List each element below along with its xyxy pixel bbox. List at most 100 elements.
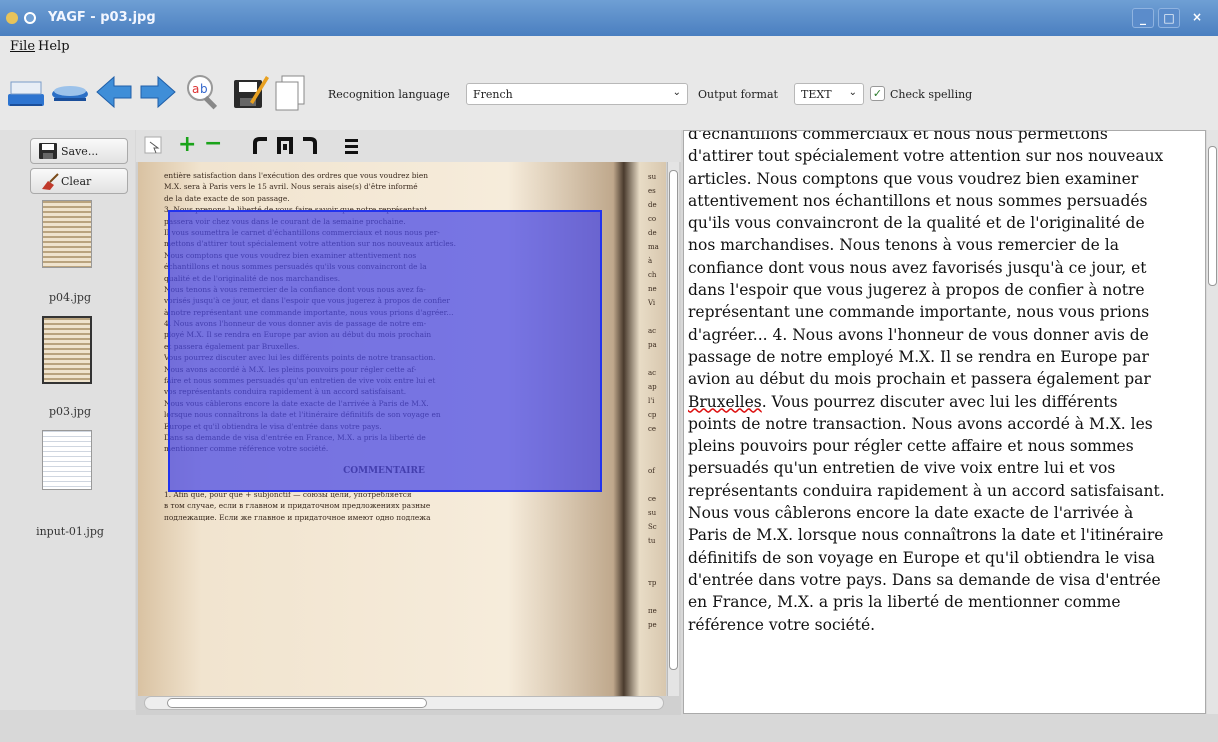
svg-text:a: a — [192, 82, 199, 96]
rotate-180-icon[interactable] — [276, 136, 294, 156]
menu-bar: File Help — [0, 36, 1218, 58]
copy-text-icon[interactable] — [272, 72, 312, 112]
text-line: points de notre transaction. Nous avons … — [688, 414, 1153, 433]
chevron-down-icon: ⌄ — [672, 87, 681, 98]
page-edge-letter: пе — [648, 607, 657, 615]
recognition-language-value: French — [473, 88, 513, 101]
window-menu-icon[interactable] — [24, 12, 36, 24]
page-edge-letter: l'i — [648, 397, 655, 405]
rotate-right-icon[interactable] — [300, 136, 318, 156]
next-page-icon[interactable] — [138, 72, 178, 112]
thumbnail-caption: p03.jpg — [48, 405, 92, 418]
text-line: confiance dont vous nous avez favorisés … — [688, 258, 1147, 277]
page-edge-letter: Sc — [648, 523, 657, 531]
text-line: articles. Nous comptons que vous voudrez… — [688, 169, 1139, 188]
scanned-page[interactable]: entière satisfaction dans l'exécution de… — [138, 162, 666, 696]
page-edge-letter: co — [648, 215, 657, 223]
chevron-down-icon: ⌄ — [848, 87, 857, 98]
check-spelling-checkbox[interactable]: ✓ — [870, 86, 885, 101]
thumbnail-input-01[interactable] — [42, 430, 92, 490]
thumbnail-p04[interactable] — [42, 200, 92, 268]
page-edge-letter: ce — [648, 425, 657, 433]
previous-page-icon[interactable] — [94, 72, 134, 112]
recognition-language-label: Recognition language — [328, 88, 450, 101]
text-line: représentant une commande importante, no… — [688, 303, 1150, 322]
text-line: persuadés qu'un entretien de vive voix e… — [688, 459, 1116, 478]
page-edge-letter: Vi — [648, 299, 656, 307]
text-line: Paris de M.X. lorsque nous connaîtrons l… — [688, 526, 1164, 545]
image-viewer: + − entière satisfaction dans l'exécutio… — [136, 130, 681, 715]
viewer-horizontal-scrollbar[interactable] — [144, 696, 664, 710]
page-line: entière satisfaction dans l'exécution de… — [164, 171, 428, 180]
output-format-value: TEXT — [801, 88, 832, 101]
zoom-out-icon[interactable]: − — [204, 131, 222, 156]
deskew-icon[interactable] — [344, 137, 360, 155]
recognition-language-select[interactable]: French ⌄ — [466, 83, 688, 105]
clear-button[interactable]: Clear — [30, 168, 128, 194]
thumbnail-caption: input-01.jpg — [36, 525, 104, 538]
misspelled-word[interactable]: Bruxelles — [688, 393, 762, 411]
recognize-icon[interactable]: a b — [184, 72, 224, 112]
close-button[interactable]: × — [1186, 8, 1208, 28]
rotate-left-icon[interactable] — [252, 136, 270, 156]
page-edge-letter: su — [648, 173, 657, 181]
acquire-image-icon[interactable] — [50, 72, 90, 112]
recognized-text[interactable]: d'échantillons commerciaux et nous nous … — [688, 130, 1198, 636]
page-edge-letter: de — [648, 229, 657, 237]
page-edge-letter: ap — [648, 383, 657, 391]
page-edge-letter — [648, 562, 664, 576]
scroll-thumb[interactable] — [669, 170, 678, 670]
output-format-select[interactable]: TEXT ⌄ — [794, 83, 864, 105]
page-edge-letter: ac — [648, 327, 657, 335]
page-edge-letter: ma — [648, 243, 659, 251]
text-line: dans l'espoir que vous jugerez à propos … — [688, 281, 1145, 300]
zoom-in-icon[interactable]: + — [178, 132, 196, 157]
recognized-text-editor[interactable]: d'échantillons commerciaux et nous nous … — [683, 130, 1206, 714]
text-line: qu'ils vous convaincront de la qualité e… — [688, 214, 1145, 233]
text-line: référence votre société. — [688, 615, 876, 634]
text-line: d'attirer tout spécialement votre attent… — [688, 147, 1164, 166]
text-line: attentivement nos échantillons et nous s… — [688, 191, 1148, 210]
page-edge-letter — [648, 478, 664, 492]
page-edge-letter: à — [648, 257, 653, 265]
viewer-vertical-scrollbar[interactable] — [667, 162, 679, 696]
minimize-button[interactable]: _ — [1132, 8, 1154, 28]
page-edge-letter: тр — [648, 579, 657, 587]
text-line: Bruxelles. Vous pourrez discuter avec lu… — [688, 392, 1118, 411]
scroll-thumb[interactable] — [167, 698, 427, 708]
page-edge-letter: ne — [648, 285, 657, 293]
menu-help[interactable]: Help — [38, 39, 70, 54]
text-line: passage de notre employé M.X. Il se rend… — [688, 347, 1149, 366]
page-line: M.X. sera à Paris vers le 15 avril. Nous… — [164, 182, 418, 192]
page-edge-letter: ac — [648, 369, 657, 377]
page-edge-letter — [648, 590, 664, 604]
text-line: pleins pouvoirs pour régler cette affair… — [688, 437, 1134, 456]
save-text-icon[interactable] — [230, 72, 270, 112]
maximize-button[interactable]: □ — [1158, 8, 1180, 28]
select-icon[interactable] — [144, 136, 164, 156]
text-line: d'échantillons commerciaux et nous nous … — [688, 130, 1108, 143]
menu-file[interactable]: File — [10, 39, 35, 54]
page-edge-letter: pa — [648, 341, 657, 349]
scroll-thumb[interactable] — [1208, 146, 1217, 286]
page-edge-letter — [648, 450, 664, 464]
page-edge-letter: de — [648, 201, 657, 209]
page-edge-letter: cp — [648, 411, 657, 419]
window-title: YAGF - p03.jpg — [48, 10, 156, 25]
selection-block[interactable] — [168, 210, 602, 492]
text-line: en France, M.X. a pris la liberté de men… — [688, 593, 1121, 612]
page-edge-letter: su — [648, 509, 657, 517]
thumbnail-p03[interactable] — [42, 316, 92, 384]
main-toolbar: a b Recognition language French ⌄ Output… — [0, 58, 1218, 130]
page-edge-letter — [648, 436, 664, 450]
text-line: définitifs de son voyage en Europe et qu… — [688, 548, 1156, 567]
image-list-panel: Save... Clear p04.jpg p03.jpg input-01.j… — [0, 130, 135, 710]
save-label: Save... — [61, 145, 99, 158]
scanner-icon[interactable] — [6, 72, 46, 112]
text-vertical-scrollbar[interactable] — [1207, 130, 1218, 714]
page-line: de la date exacte de son passage. — [164, 193, 290, 203]
text-line: d'entrée dans votre pays. Dans sa demand… — [688, 570, 1161, 589]
save-button[interactable]: Save... — [30, 138, 128, 164]
page-edge-letter: of — [648, 467, 655, 475]
page-edge-letter — [648, 352, 664, 366]
